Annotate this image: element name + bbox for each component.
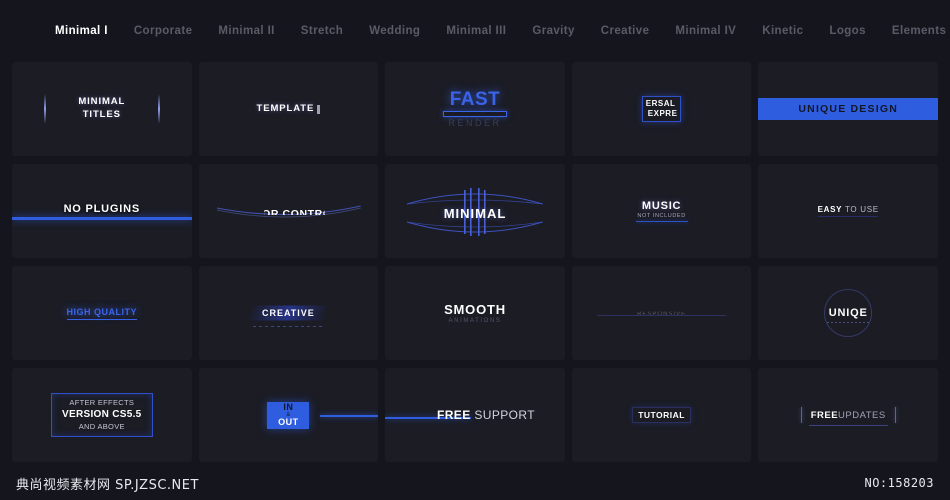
preview-card-minimal[interactable]: MINIMAL (385, 164, 565, 258)
preview-card-universal-expressions[interactable]: ERSAL EXPRE (571, 62, 752, 156)
nav-tab-minimal-ii[interactable]: Minimal II (218, 25, 274, 37)
nav-tab-corporate[interactable]: Corporate (134, 25, 193, 37)
preview-card-easy-to-use[interactable]: EASY TO USE (758, 164, 938, 258)
nav-tab-kinetic[interactable]: Kinetic (762, 25, 803, 37)
card-title: TUTORIAL (638, 410, 685, 420)
nav-tab-gravity[interactable]: Gravity (532, 25, 574, 37)
card-title: HIGH QUALITY (66, 307, 138, 320)
preview-card-uniqe[interactable]: UNIQE (758, 266, 938, 360)
card-title-line2: EXPRE (647, 109, 678, 118)
preview-card-unique-design[interactable]: UNIQUE DESIGN (758, 62, 938, 156)
preview-card-no-plugins[interactable]: NO PLUGINS (12, 164, 192, 258)
card-title: FREEUPDATES (802, 410, 895, 421)
card-title: MINIMAL (443, 205, 507, 221)
card-title-line1: MINIMAL (78, 96, 126, 108)
nav-tab-stretch[interactable]: Stretch (301, 25, 343, 37)
card-title: UNIQE (828, 307, 868, 319)
accent-underline (818, 216, 879, 217)
bracket-right (894, 407, 896, 423)
accent-line (320, 415, 379, 417)
card-title-line1: IN (283, 401, 294, 412)
card-title-line2: TITLES (82, 109, 121, 120)
preview-card-high-quality[interactable]: HIGH QUALITY (12, 266, 192, 360)
preview-card-music-not-included[interactable]: MUSIC NOT INCLUDED (571, 164, 752, 258)
nav-tab-creative[interactable]: Creative (601, 25, 650, 37)
preview-card-after-effects-version[interactable]: AFTER EFFECTS VERSION CS5.5 AND ABOVE (12, 368, 192, 462)
card-title-line1: FAST (449, 89, 501, 110)
dashed-underline (827, 322, 870, 324)
nav-tab-minimal-i[interactable]: Minimal I (55, 25, 108, 37)
card-title: EASY TO USE (818, 205, 879, 214)
card-title: FREE SUPPORT (437, 408, 535, 422)
dashed-underline (253, 326, 324, 328)
outline-box: ERSAL EXPRE (641, 96, 682, 122)
bracketed-title: FREEUPDATES (800, 407, 896, 426)
card-title-line2: NOT INCLUDED (637, 212, 686, 219)
preview-card-responsive[interactable]: RESPONSIVE (571, 266, 752, 360)
card-title-line1: ERSAL (645, 99, 676, 108)
card-title-line1: SMOOTH (444, 301, 506, 317)
footer-bar: 典尚视频素材网 SP.JZSC.NET NO:158203 (0, 466, 950, 500)
outline-box: TUTORIAL (632, 407, 691, 423)
card-title-line1: MUSIC (641, 199, 682, 212)
accent-underline (808, 425, 888, 426)
preview-card-free-updates[interactable]: FREEUPDATES (758, 368, 938, 462)
accent-line (596, 314, 727, 316)
card-title-line3: OUT (278, 417, 299, 428)
card-title-rest: TO USE (842, 205, 879, 214)
card-title-rest: SUPPORT (470, 408, 535, 422)
accent-underline (635, 220, 688, 222)
nav-tab-elements[interactable]: Elements (892, 25, 946, 37)
card-title-line2: ANIMATIONS (448, 317, 502, 324)
card-title-strong: EASY (817, 205, 843, 214)
card-title: UNIQUE DESIGN (798, 103, 898, 115)
accent-rule (442, 111, 507, 117)
preview-card-creative[interactable]: CREATIVE (198, 266, 379, 360)
card-title-strong: FREE (437, 408, 471, 422)
preview-card-minimal-titles[interactable]: MINIMAL TITLES (12, 62, 192, 156)
preview-card-smooth-animations[interactable]: SMOOTH ANIMATIONS (385, 266, 565, 360)
preview-card-color-control[interactable]: COLOR CONTROL (198, 164, 379, 258)
text-cursor-icon (317, 104, 321, 114)
accent-line (12, 216, 192, 220)
preview-card-fast-render[interactable]: FAST RENDER (385, 62, 565, 156)
nav-tab-wedding[interactable]: Wedding (369, 25, 420, 37)
card-title: RESPONSIVE (637, 311, 687, 318)
watermark-text: 典尚视频素材网 SP.JZSC.NET (16, 477, 199, 493)
preview-card-template[interactable]: TEMPLATE (198, 62, 379, 156)
category-nav: Minimal I Corporate Minimal II Stretch W… (0, 0, 950, 62)
card-title: NO PLUGINS (63, 202, 141, 215)
card-title-line2: VERSION CS5.5 (62, 409, 142, 421)
card-title-strong: FREE (810, 409, 839, 421)
outline-box: AFTER EFFECTS VERSION CS5.5 AND ABOVE (51, 392, 153, 438)
accent-bar-left (44, 94, 46, 124)
preview-card-free-support[interactable]: FREE SUPPORT (385, 368, 565, 462)
accent-bar-right (158, 94, 160, 124)
card-title-rest: UPDATES (838, 409, 886, 421)
card-title-line1: AFTER EFFECTS (69, 397, 135, 407)
card-title-line3: AND ABOVE (78, 421, 125, 431)
accent-band: UNIQUE DESIGN (758, 98, 938, 120)
card-title: CREATIVE (261, 308, 315, 318)
preview-grid: MINIMAL TITLES TEMPLATE FAST RENDER ERSA… (0, 62, 950, 462)
preview-card-in-and-out[interactable]: IN & OUT (198, 368, 379, 462)
card-title: TEMPLATE (256, 102, 315, 114)
preview-card-tutorial[interactable]: TUTORIAL (571, 368, 752, 462)
item-id-number: NO:158203 (864, 476, 934, 490)
nav-tab-minimal-iv[interactable]: Minimal IV (675, 25, 736, 37)
nav-tab-logos[interactable]: Logos (829, 25, 866, 37)
accent-square: IN & OUT (267, 401, 310, 429)
card-title-line2: RENDER (448, 118, 502, 128)
nav-tab-minimal-iii[interactable]: Minimal III (446, 25, 506, 37)
